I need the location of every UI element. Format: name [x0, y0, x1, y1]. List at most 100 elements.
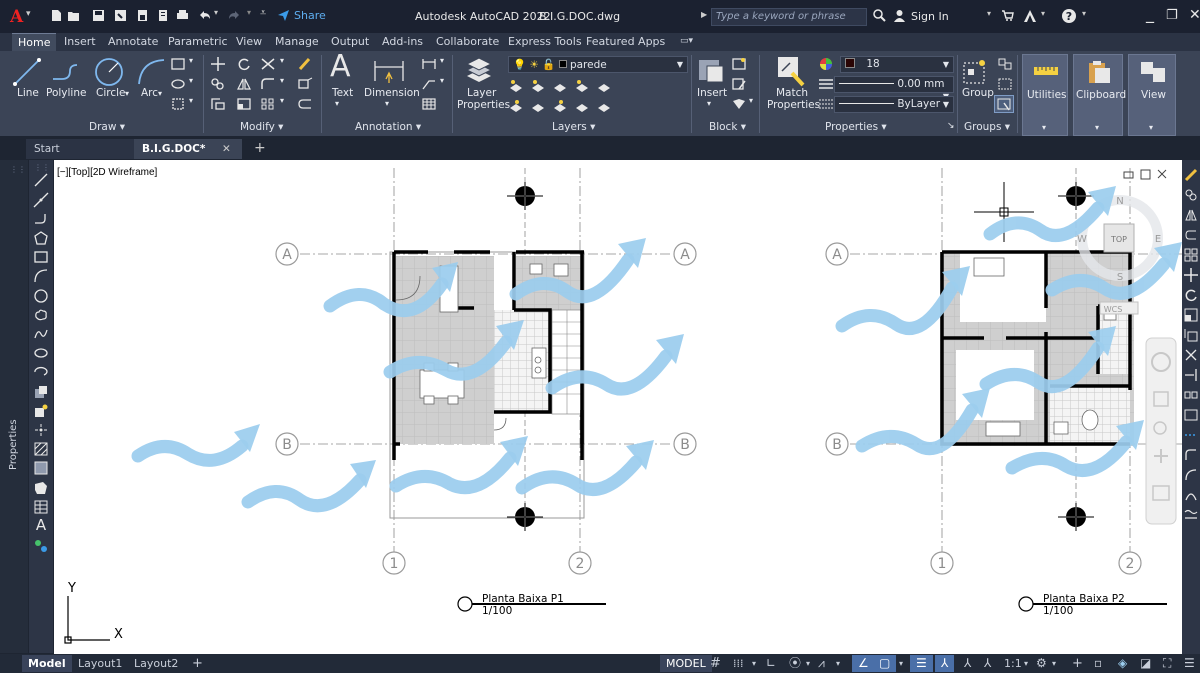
- viewport-minimize-icon[interactable]: [1123, 171, 1134, 179]
- close-tab-icon[interactable]: ✕: [222, 139, 231, 159]
- tb-blend-icon[interactable]: [1184, 468, 1198, 482]
- customization-menu-icon[interactable]: ☰: [1178, 655, 1200, 672]
- text-button[interactable]: Text: [332, 87, 353, 99]
- text-icon[interactable]: A: [330, 49, 351, 84]
- customize-toolbar-icon[interactable]: ⩡: [260, 6, 266, 20]
- tb-add-selected-icon[interactable]: [33, 538, 49, 554]
- sign-in-dropdown-icon[interactable]: ▾: [987, 9, 991, 18]
- linetype-dropdown[interactable]: ByLayer ▼: [834, 96, 954, 113]
- create-block-icon[interactable]: [731, 57, 747, 71]
- tb-make-block-icon[interactable]: [33, 403, 49, 419]
- match-properties-icon[interactable]: [776, 55, 806, 87]
- group-button[interactable]: Group: [962, 87, 994, 99]
- north-arrow-icon[interactable]: [1058, 182, 1094, 210]
- line-button[interactable]: Line: [17, 87, 39, 99]
- layer-properties-label-1[interactable]: Layer: [467, 87, 496, 99]
- tab-start[interactable]: Start: [26, 139, 134, 159]
- mirror-icon[interactable]: [236, 77, 252, 91]
- undo-dropdown-icon[interactable]: ▾: [214, 8, 218, 17]
- clean-screen-icon[interactable]: ⛶: [1157, 655, 1177, 672]
- lineweight-toggle-icon[interactable]: ☰: [910, 655, 933, 672]
- color-dropdown[interactable]: 18 ▼: [840, 56, 954, 73]
- tb-join-icon[interactable]: [1184, 408, 1198, 422]
- array-dropdown-icon[interactable]: ▾: [280, 96, 284, 105]
- tb-line-icon[interactable]: [33, 172, 49, 188]
- isolate-objects-icon[interactable]: ◈: [1112, 655, 1133, 672]
- share-icon[interactable]: [277, 9, 290, 22]
- tab-drawing[interactable]: B.I.G.DOC* ✕: [134, 139, 242, 159]
- clipboard-button[interactable]: Clipboard ▾: [1073, 54, 1126, 136]
- linear-dim-icon[interactable]: [421, 57, 437, 71]
- cart-icon[interactable]: [1001, 9, 1014, 22]
- tb-extend-icon[interactable]: [1184, 368, 1198, 382]
- layer-properties-icon[interactable]: [463, 56, 495, 88]
- array-icon[interactable]: [260, 97, 276, 111]
- trim-icon[interactable]: [260, 57, 276, 71]
- offset-icon[interactable]: [297, 97, 313, 111]
- groups-panel-title[interactable]: Groups ▾: [964, 121, 1010, 133]
- arc-icon[interactable]: [136, 56, 166, 88]
- tab-featured-apps[interactable]: Featured Apps: [586, 33, 665, 51]
- tb-erase-icon[interactable]: [1184, 168, 1198, 182]
- new-tab-icon[interactable]: +: [246, 139, 266, 159]
- move-icon[interactable]: [210, 57, 226, 71]
- insert-button[interactable]: Insert: [697, 87, 727, 99]
- ribbon-state-icon[interactable]: ▭▾: [680, 33, 693, 51]
- circle-icon[interactable]: [93, 56, 125, 88]
- tb-spline-icon[interactable]: [33, 326, 49, 342]
- viewcube-west-label[interactable]: W: [1077, 234, 1087, 245]
- tb-copy-icon[interactable]: [1184, 188, 1198, 202]
- a360-dropdown-icon[interactable]: ▾: [1041, 9, 1045, 18]
- viewport-controls-label[interactable]: [−][Top][2D Wireframe]: [57, 167, 157, 178]
- tb-construction-line-icon[interactable]: [33, 192, 49, 208]
- linear-dim-dropdown-icon[interactable]: ▾: [440, 56, 444, 65]
- help-icon[interactable]: ?: [1061, 8, 1077, 24]
- table-icon[interactable]: [421, 97, 437, 111]
- tb-mirror-icon[interactable]: [1184, 208, 1198, 222]
- color-wheel-icon[interactable]: [818, 57, 834, 71]
- edit-block-icon[interactable]: [731, 77, 747, 91]
- palette-grip-icon[interactable]: ⋮⋮: [10, 165, 26, 174]
- plan-title-p1[interactable]: Planta Baixa P1 1/100: [457, 593, 606, 617]
- share-button[interactable]: Share: [294, 9, 326, 22]
- add-layout-icon[interactable]: +: [186, 655, 209, 672]
- tb-hatch-icon[interactable]: [33, 441, 49, 457]
- tab-annotate[interactable]: Annotate: [108, 33, 158, 51]
- object-snap-dropdown-icon[interactable]: ▾: [893, 655, 909, 672]
- tb-move-icon[interactable]: [1184, 268, 1198, 282]
- tb-chamfer-icon[interactable]: [1184, 428, 1198, 442]
- tb-fillet-icon[interactable]: [1184, 448, 1198, 462]
- tb-pedit-icon[interactable]: [1184, 508, 1198, 522]
- tb-break-icon[interactable]: [1184, 388, 1198, 402]
- plot-icon[interactable]: [176, 9, 189, 22]
- tb-ellipse-icon[interactable]: [33, 345, 49, 361]
- rectangle-icon[interactable]: [170, 57, 186, 71]
- tb-region-icon[interactable]: [33, 480, 49, 496]
- group-icon[interactable]: [962, 57, 988, 85]
- ungroup-icon[interactable]: [997, 57, 1013, 71]
- workspace-dropdown-icon[interactable]: ▾: [1046, 655, 1062, 672]
- polyline-icon[interactable]: [50, 57, 80, 87]
- grid-toggle-icon[interactable]: #: [704, 655, 727, 672]
- user-icon[interactable]: [893, 9, 906, 22]
- circle-dropdown-icon[interactable]: ▾: [125, 89, 129, 98]
- search-icon[interactable]: [873, 9, 886, 22]
- leader-icon[interactable]: [421, 77, 437, 91]
- annotation-panel-title[interactable]: Annotation ▾: [355, 121, 421, 133]
- hatch-icon[interactable]: [170, 77, 186, 91]
- tab-manage[interactable]: Manage: [275, 33, 319, 51]
- ucs-icon[interactable]: [64, 596, 110, 644]
- copy-icon[interactable]: [210, 77, 226, 91]
- redo-icon[interactable]: [228, 9, 241, 22]
- tb-stretch-icon[interactable]: [1184, 328, 1198, 342]
- rotate-icon[interactable]: [236, 57, 252, 71]
- north-arrow-icon[interactable]: [1058, 503, 1094, 531]
- tb-rectangle-icon[interactable]: [33, 249, 49, 265]
- units-icon[interactable]: ▫: [1088, 655, 1108, 672]
- publish-icon[interactable]: [136, 9, 149, 22]
- layer-tools-row-2[interactable]: [508, 98, 614, 114]
- saveas-icon[interactable]: [114, 9, 127, 22]
- viewport-close-icon[interactable]: [1157, 169, 1167, 179]
- arc-dropdown-icon[interactable]: ▾: [158, 89, 162, 98]
- tab-collaborate[interactable]: Collaborate: [436, 33, 499, 51]
